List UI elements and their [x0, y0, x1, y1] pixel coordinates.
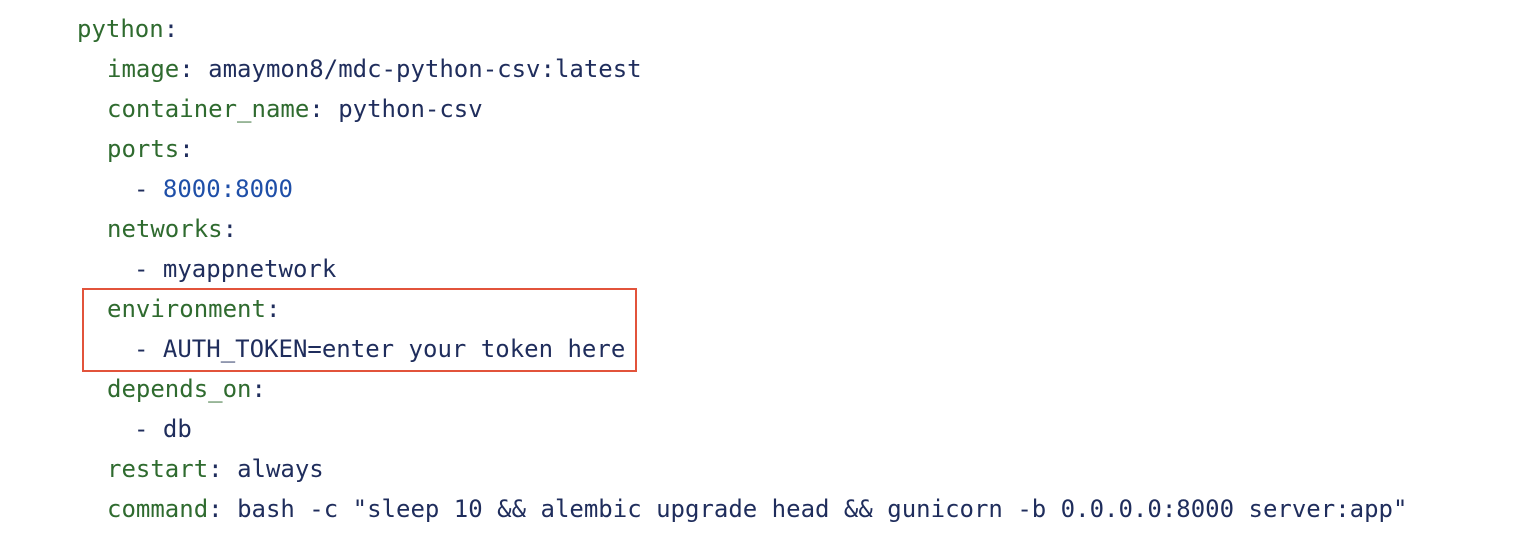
code-line-restart: restart: always: [107, 449, 324, 489]
yaml-value-image: amaymon8/mdc-python-csv:latest: [208, 55, 642, 83]
yaml-key-container-name: container_name: [107, 95, 310, 123]
yaml-code-block: python: image: amaymon8/mdc-python-csv:l…: [0, 0, 1526, 540]
yaml-colon: :: [179, 55, 194, 83]
code-line-python: python:: [77, 9, 178, 49]
environment-highlight-box: [82, 288, 637, 372]
code-line-networks: networks:: [107, 209, 237, 249]
code-line-ports-item: - 8000:8000: [134, 169, 293, 209]
yaml-colon: :: [309, 95, 324, 123]
yaml-key-ports: ports: [107, 135, 180, 163]
yaml-key-restart: restart: [107, 455, 209, 483]
code-line-image: image: amaymon8/mdc-python-csv:latest: [107, 49, 642, 89]
yaml-key-command: command: [107, 495, 209, 523]
yaml-list-dash: -: [134, 175, 163, 203]
yaml-key-python: python: [77, 15, 164, 43]
yaml-key-depends-on: depends_on: [107, 375, 252, 403]
yaml-value-command: bash -c "sleep 10 && alembic upgrade hea…: [237, 495, 1408, 523]
yaml-list-dash: -: [134, 255, 163, 283]
yaml-value-port: 8000:8000: [162, 175, 293, 203]
yaml-key-networks: networks: [107, 215, 223, 243]
yaml-colon: :: [208, 455, 223, 483]
code-line-container-name: container_name: python-csv: [107, 89, 483, 129]
yaml-colon: :: [222, 215, 238, 243]
code-line-command: command: bash -c "sleep 10 && alembic up…: [107, 489, 1407, 529]
yaml-value-dependency: db: [162, 415, 192, 443]
yaml-value-restart: always: [237, 455, 324, 483]
yaml-list-dash: -: [134, 415, 163, 443]
code-line-depends-on: depends_on:: [107, 369, 266, 409]
code-line-ports: ports:: [107, 129, 194, 169]
yaml-key-image: image: [107, 55, 180, 83]
yaml-colon: :: [251, 375, 266, 403]
yaml-colon: :: [179, 135, 194, 163]
code-line-networks-item: - myappnetwork: [134, 249, 336, 289]
yaml-colon: :: [163, 15, 179, 43]
code-line-depends-on-item: - db: [134, 409, 192, 449]
yaml-value-network: myappnetwork: [162, 255, 337, 283]
yaml-colon: :: [208, 495, 223, 523]
yaml-value-container-name: python-csv: [338, 95, 483, 123]
